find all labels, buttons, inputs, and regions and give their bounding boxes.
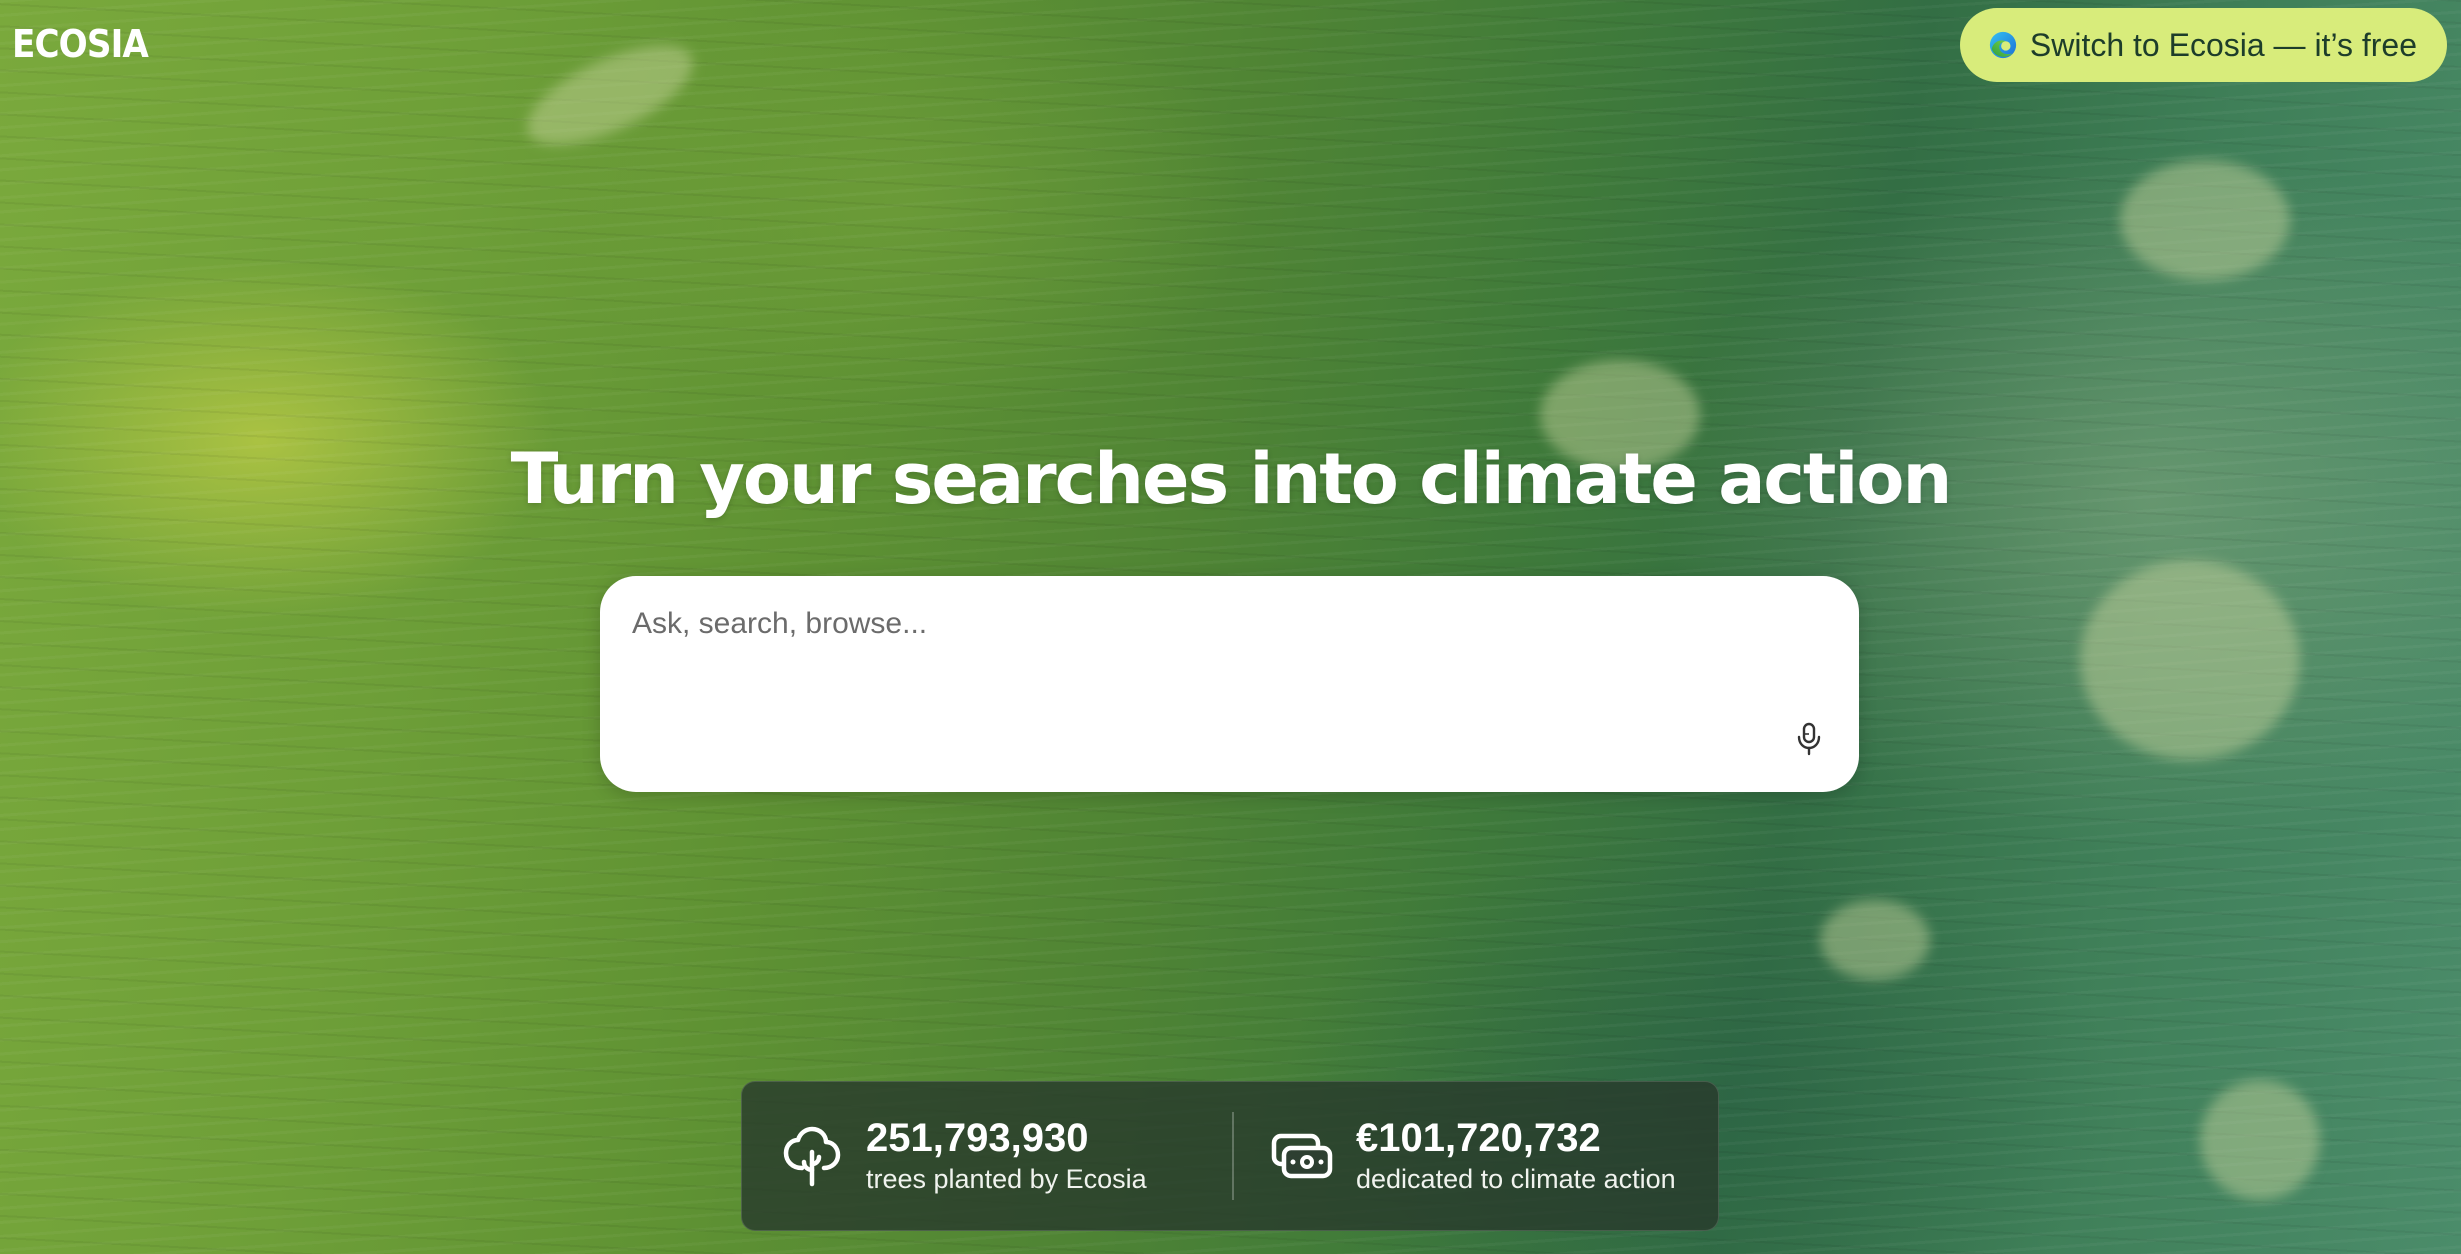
search-input[interactable] xyxy=(630,606,1734,642)
background-highlight xyxy=(2120,160,2290,280)
edge-browser-icon xyxy=(1989,31,2017,59)
switch-to-ecosia-label: Switch to Ecosia — it’s free xyxy=(2029,26,2417,63)
hero-headline: Turn your searches into climate action xyxy=(510,438,1953,520)
background-highlight xyxy=(513,25,707,165)
climate-funds-label: dedicated to climate action xyxy=(1356,1164,1676,1194)
search-box[interactable] xyxy=(600,576,1859,792)
money-icon xyxy=(1271,1133,1333,1179)
tree-icon xyxy=(783,1126,841,1187)
impact-counters: 251,793,930 trees planted by Ecosia €101… xyxy=(741,1081,1719,1231)
trees-planted-label: trees planted by Ecosia xyxy=(866,1164,1147,1194)
climate-funds-counter: €101,720,732 dedicated to climate action xyxy=(1234,1082,1718,1230)
trees-planted-count: 251,793,930 xyxy=(866,1116,1089,1160)
climate-funds-amount: €101,720,732 xyxy=(1356,1116,1601,1160)
background-highlight xyxy=(1820,900,1930,980)
ecosia-logo[interactable]: ECOSIA xyxy=(12,22,149,66)
background-highlight xyxy=(2200,1080,2320,1200)
switch-to-ecosia-button[interactable]: Switch to Ecosia — it’s free xyxy=(1959,8,2447,82)
background-highlight xyxy=(2080,560,2300,760)
trees-counter: 251,793,930 trees planted by Ecosia xyxy=(742,1082,1232,1230)
microphone-icon[interactable] xyxy=(1795,722,1823,756)
page: ECOSIA Switch to Ecosia — it’s free Turn… xyxy=(0,0,2461,1254)
